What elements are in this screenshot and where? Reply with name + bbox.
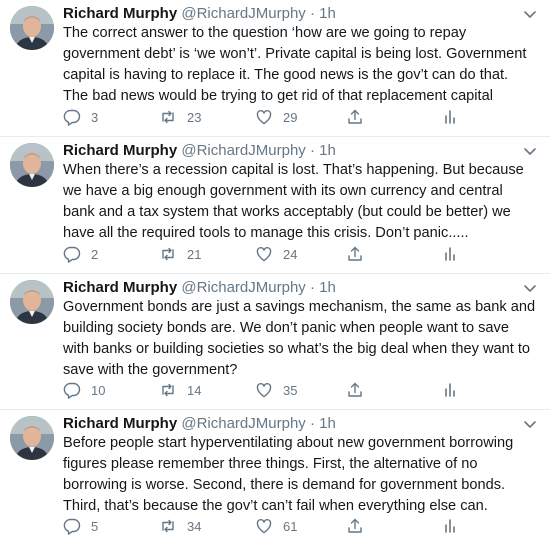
like-count: 29: [283, 109, 298, 125]
chevron-down-icon[interactable]: [522, 6, 538, 22]
analytics-button[interactable]: [441, 107, 469, 127]
analytics-button[interactable]: [441, 380, 469, 400]
tweet-text: The correct answer to the question ‘how …: [63, 25, 527, 104]
like-count: 61: [283, 518, 298, 534]
chevron-down-icon[interactable]: [522, 280, 538, 296]
timestamp[interactable]: 1h: [319, 5, 336, 22]
retweet-button[interactable]: 21: [159, 244, 201, 264]
retweet-button[interactable]: 14: [159, 380, 201, 400]
like-button[interactable]: 35: [255, 380, 297, 400]
reply-button[interactable]: 2: [63, 244, 98, 264]
tweet-text: Before people start hyperventilating abo…: [63, 435, 514, 514]
tweet-actions: 5 34 61: [63, 516, 493, 536]
share-button[interactable]: [346, 107, 374, 127]
reply-button[interactable]: 10: [63, 380, 105, 400]
reply-icon: [63, 518, 81, 535]
tweet-text: Government bonds are just a savings mech…: [63, 299, 536, 378]
like-icon: [256, 246, 272, 262]
tweet-header: Richard Murphy @RichardJMurphy · 1h: [63, 414, 336, 434]
tweet-header: Richard Murphy @RichardJMurphy · 1h: [63, 141, 336, 161]
tweet-actions: 3 23 29: [63, 107, 493, 127]
share-icon: [348, 382, 362, 397]
analytics-icon: [445, 383, 455, 397]
share-button[interactable]: [346, 380, 374, 400]
retweet-count: 34: [187, 518, 202, 534]
timestamp[interactable]: 1h: [319, 279, 336, 296]
author-name[interactable]: Richard Murphy: [63, 415, 177, 432]
author-handle[interactable]: @RichardJMurphy: [181, 279, 305, 296]
like-count: 35: [283, 382, 298, 398]
tweet-actions: 10 14 35: [63, 380, 493, 400]
tweet[interactable]: Richard Murphy @RichardJMurphy · 1h When…: [0, 137, 550, 274]
reply-button[interactable]: 5: [63, 516, 98, 536]
analytics-button[interactable]: [441, 244, 469, 264]
author-name[interactable]: Richard Murphy: [63, 5, 177, 22]
avatar[interactable]: [10, 6, 54, 50]
separator-dot: ·: [309, 415, 315, 432]
chevron-down-icon[interactable]: [522, 143, 538, 159]
tweet-header: Richard Murphy @RichardJMurphy · 1h: [63, 278, 336, 298]
like-button[interactable]: 29: [255, 107, 297, 127]
author-handle[interactable]: @RichardJMurphy: [181, 415, 305, 432]
author-handle[interactable]: @RichardJMurphy: [181, 5, 305, 22]
avatar[interactable]: [10, 416, 54, 460]
author-name[interactable]: Richard Murphy: [63, 142, 177, 159]
share-button[interactable]: [346, 516, 374, 536]
avatar-image: [10, 6, 54, 50]
analytics-icon: [445, 519, 455, 533]
avatar-image: [10, 280, 54, 324]
share-icon: [348, 246, 362, 261]
like-button[interactable]: 61: [255, 516, 297, 536]
reply-icon: [63, 382, 81, 399]
tweet-actions: 2 21 24: [63, 244, 493, 264]
retweet-button[interactable]: 23: [159, 107, 201, 127]
retweet-count: 21: [187, 246, 202, 262]
timestamp[interactable]: 1h: [319, 415, 336, 432]
tweet-text: When there’s a recession capital is lost…: [63, 162, 524, 241]
tweet[interactable]: Richard Murphy @RichardJMurphy · 1h The …: [0, 0, 550, 137]
reply-button[interactable]: 3: [63, 107, 98, 127]
reply-icon: [63, 109, 81, 126]
analytics-icon: [445, 110, 455, 124]
avatar-image: [10, 143, 54, 187]
like-button[interactable]: 24: [255, 244, 297, 264]
separator-dot: ·: [309, 142, 315, 159]
share-button[interactable]: [346, 244, 374, 264]
retweet-icon: [162, 110, 174, 124]
retweet-count: 23: [187, 109, 202, 125]
tweet[interactable]: Richard Murphy @RichardJMurphy · 1h Gove…: [0, 274, 550, 410]
analytics-button[interactable]: [441, 516, 469, 536]
separator-dot: ·: [309, 5, 315, 22]
like-icon: [256, 518, 272, 534]
separator-dot: ·: [309, 279, 315, 296]
avatar[interactable]: [10, 280, 54, 324]
like-icon: [256, 109, 272, 125]
author-name[interactable]: Richard Murphy: [63, 279, 177, 296]
timestamp[interactable]: 1h: [319, 142, 336, 159]
reply-count: 2: [91, 246, 99, 262]
analytics-icon: [445, 247, 455, 261]
avatar[interactable]: [10, 143, 54, 187]
like-count: 24: [283, 246, 298, 262]
avatar-image: [10, 416, 54, 460]
reply-count: 10: [91, 382, 106, 398]
reply-icon: [63, 246, 81, 263]
retweet-button[interactable]: 34: [159, 516, 201, 536]
author-handle[interactable]: @RichardJMurphy: [181, 142, 305, 159]
reply-count: 5: [91, 518, 99, 534]
tweet[interactable]: Richard Murphy @RichardJMurphy · 1h Befo…: [0, 410, 550, 540]
reply-count: 3: [91, 109, 99, 125]
retweet-icon: [162, 247, 174, 261]
tweet-header: Richard Murphy @RichardJMurphy · 1h: [63, 4, 336, 24]
retweet-icon: [162, 383, 174, 397]
share-icon: [348, 109, 362, 124]
chevron-down-icon[interactable]: [522, 416, 538, 432]
retweet-icon: [162, 519, 174, 533]
like-icon: [256, 382, 272, 398]
share-icon: [348, 518, 362, 533]
retweet-count: 14: [187, 382, 202, 398]
